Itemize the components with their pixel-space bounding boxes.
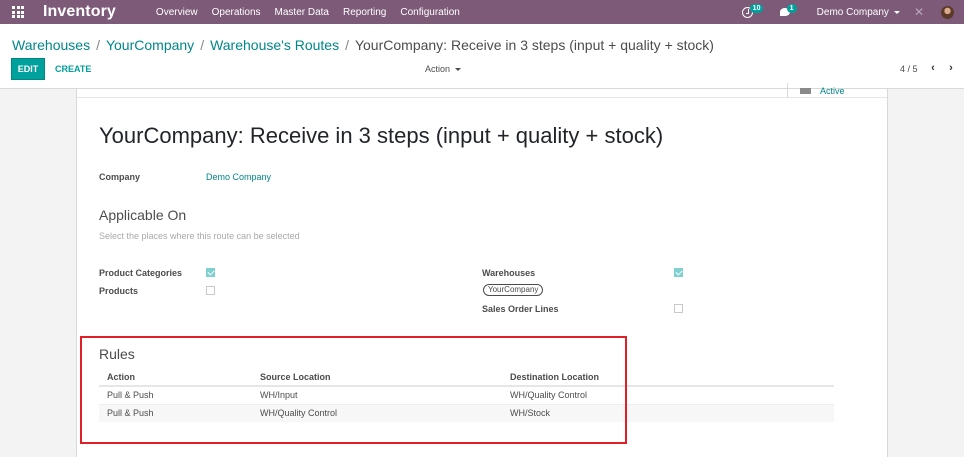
breadcrumb-separator: /: [96, 37, 100, 53]
company-switcher[interactable]: Demo Company: [817, 7, 900, 18]
active-label: Active: [820, 85, 845, 96]
main-menu: Overview Operations Master Data Reportin…: [156, 7, 474, 18]
pager-previous-icon[interactable]: ‹: [928, 62, 938, 74]
action-dropdown[interactable]: Action: [425, 64, 462, 74]
debug-tools-icon[interactable]: ✕: [914, 5, 924, 19]
edit-button[interactable]: EDIT: [11, 58, 45, 80]
message-count-badge: 1: [786, 4, 797, 13]
applicable-on-help: Select the places where this route can b…: [99, 231, 300, 241]
action-dropdown-label: Action: [425, 64, 451, 74]
breadcrumb-warehouses[interactable]: Warehouses: [12, 37, 90, 53]
product-categories-checkbox[interactable]: [206, 268, 215, 277]
messages-chat-icon[interactable]: 1: [779, 4, 797, 16]
rules-highlight-box: [80, 336, 627, 444]
pager-next-icon[interactable]: ›: [946, 62, 956, 74]
activity-clock-icon[interactable]: 10: [741, 3, 764, 18]
menu-item-operations[interactable]: Operations: [212, 7, 261, 18]
create-button[interactable]: CREATE: [55, 64, 91, 74]
activity-count-badge: 10: [749, 3, 764, 13]
sheet-divider: [77, 97, 887, 98]
breadcrumb-separator: /: [200, 37, 205, 53]
warehouses-checkbox[interactable]: [674, 268, 683, 277]
navbar-systray: 10 1 Demo Company ✕: [741, 3, 964, 19]
app-brand[interactable]: Inventory: [43, 3, 116, 21]
record-title: YourCompany: Receive in 3 steps (input +…: [99, 123, 664, 148]
archive-icon: [800, 87, 811, 94]
product-categories-label: Product Categories: [99, 268, 183, 278]
sales-order-lines-checkbox[interactable]: [674, 304, 683, 313]
menu-item-master-data[interactable]: Master Data: [275, 7, 329, 18]
sales-order-lines-label: Sales Order Lines: [482, 304, 559, 314]
breadcrumb-separator: /: [345, 37, 349, 53]
breadcrumb-warehouse-routes[interactable]: Warehouse's Routes: [210, 37, 339, 53]
menu-item-overview[interactable]: Overview: [156, 7, 198, 18]
warehouse-tag[interactable]: YourCompany: [483, 284, 544, 296]
warehouses-label: Warehouses: [482, 268, 536, 278]
apps-grid-icon[interactable]: [12, 6, 24, 18]
menu-item-configuration[interactable]: Configuration: [400, 7, 459, 18]
breadcrumb: Warehouses / YourCompany / Warehouse's Route…: [12, 37, 714, 53]
products-label: Products: [99, 286, 139, 296]
breadcrumb-current: YourCompany: Receive in 3 steps (input +…: [354, 37, 714, 53]
company-value-link[interactable]: Demo Company: [206, 172, 271, 182]
company-label: Company: [99, 172, 141, 182]
pager-value[interactable]: 4 / 5: [900, 64, 918, 74]
caret-down-icon: [893, 10, 900, 14]
control-panel: Warehouses / YourCompany / Warehouse's Route…: [0, 24, 964, 89]
user-avatar[interactable]: [941, 5, 954, 19]
applicable-on-title: Applicable On: [99, 207, 187, 223]
company-switcher-label: Demo Company: [816, 6, 889, 18]
breadcrumb-yourcompany[interactable]: YourCompany: [106, 37, 194, 53]
menu-item-reporting[interactable]: Reporting: [343, 7, 386, 18]
caret-down-icon: [455, 67, 462, 71]
active-toggle-button[interactable]: Active: [787, 83, 876, 98]
top-navbar: Inventory Overview Operations Master Dat…: [0, 0, 964, 24]
products-checkbox[interactable]: [206, 286, 215, 295]
